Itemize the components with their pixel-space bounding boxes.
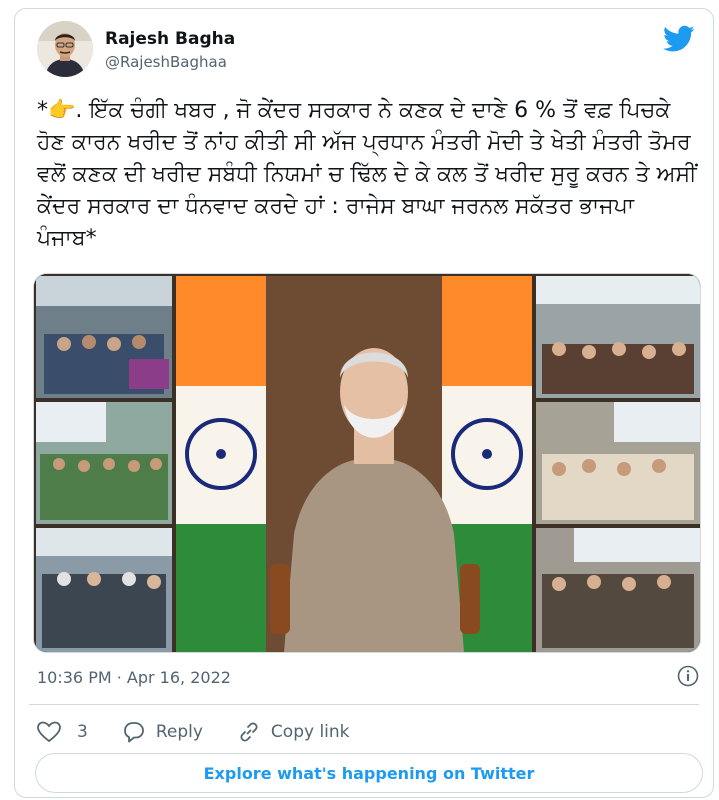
like-count: 3	[77, 722, 88, 742]
author-name[interactable]: Rajesh Bagha	[105, 29, 235, 49]
author-handle[interactable]: @RajeshBaghaa	[105, 53, 227, 71]
link-icon	[240, 722, 258, 742]
divider	[29, 704, 699, 705]
like-button[interactable]: 3	[37, 721, 88, 743]
twitter-bird-icon[interactable]	[663, 25, 695, 53]
tweet-text: *👉. ਇੱਕ ਚੰਗੀ ਖਬਰ , ਜੋ ਕੇਂਦਰ ਸਰਕਾਰ ਨੇ ਕਣਕ…	[37, 95, 697, 255]
explore-button[interactable]: Explore what's happening on Twitter	[35, 753, 703, 793]
reply-icon	[123, 722, 144, 743]
pointing-hand-emoji: *👉	[37, 98, 76, 123]
tweet-timestamp[interactable]: 10:36 PM · Apr 16, 2022	[37, 668, 231, 687]
copy-link-button[interactable]: Copy link	[237, 721, 350, 743]
tweet-media-image[interactable]	[33, 273, 701, 653]
avatar[interactable]	[37, 21, 93, 77]
reply-button[interactable]: Reply	[122, 721, 203, 743]
tweet-card: Rajesh Bagha @RajeshBaghaa *👉. ਇੱਕ ਚੰਗੀ …	[14, 8, 714, 798]
tweet-actions: 3 Reply Copy link	[37, 717, 384, 747]
reply-label: Reply	[155, 722, 203, 742]
info-icon[interactable]	[677, 665, 699, 687]
video-conference-collage-image	[34, 274, 700, 652]
heart-icon	[37, 721, 61, 743]
copy-link-label: Copy link	[270, 722, 350, 742]
tweet-body: . ਇੱਕ ਚੰਗੀ ਖਬਰ , ਜੋ ਕੇਂਦਰ ਸਰਕਾਰ ਨੇ ਕਣਕ ਦ…	[37, 98, 697, 251]
